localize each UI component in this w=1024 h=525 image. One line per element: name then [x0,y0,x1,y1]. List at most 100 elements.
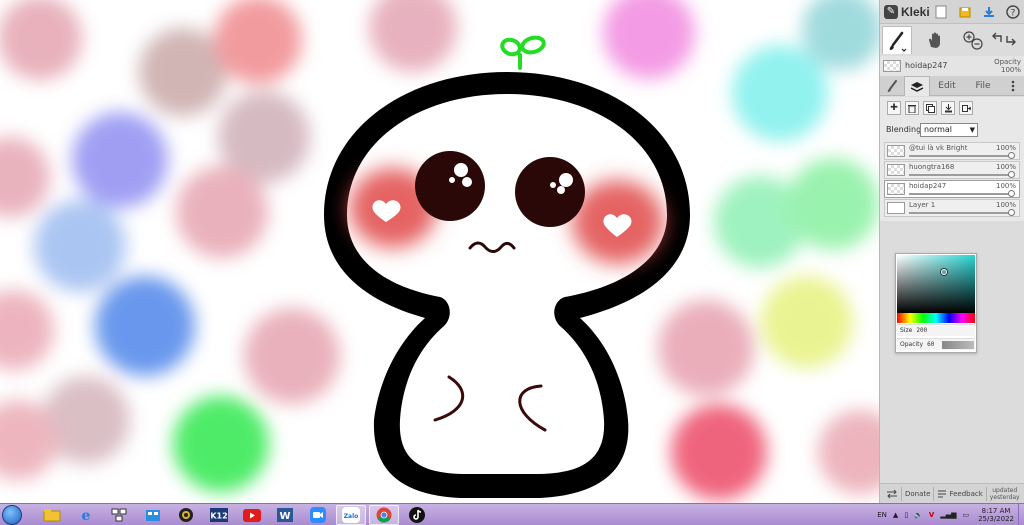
layer-thumbnail [887,183,905,195]
clock[interactable]: 8:17 AM 25/3/2022 [978,507,1014,523]
antivirus-icon[interactable]: V [929,511,934,519]
bokeh-circle [139,28,227,116]
opacity-slider[interactable] [942,341,974,349]
layer-item[interactable]: huongtra168 100% [884,161,1020,179]
svg-text:W: W [279,511,290,522]
brush-size-field[interactable]: Size 200 [897,324,975,336]
undo-redo-tool[interactable] [990,26,1020,54]
layer-item[interactable]: @tui là vk Bright 100% [884,142,1020,160]
slider-knob[interactable] [1008,152,1015,159]
layer-opacity: 100% [995,163,1016,171]
app-name: Kleki [901,5,930,19]
hand-tool[interactable] [920,26,950,54]
opacity-label: Opacity [994,58,1021,66]
tab-edit[interactable]: Edit [932,76,962,96]
save-icon[interactable] [956,3,974,21]
panel-header: ✎ Kleki ? [880,0,1024,24]
layer-opacity-slider[interactable] [909,193,1009,195]
blending-select[interactable]: normal ▼ [920,123,978,137]
bokeh-circle [244,308,340,404]
current-layer-preview[interactable]: hoidap247 Opacity 100% [880,56,1024,76]
drawing-canvas[interactable] [0,0,879,503]
size-label: Size [900,327,913,334]
help-icon[interactable]: ? [1004,3,1022,21]
youtube-icon[interactable] [237,505,267,525]
feedback-button[interactable]: Feedback [937,489,983,498]
bokeh-circle [34,200,126,292]
zalo-icon[interactable]: Zalo [336,505,366,525]
slider-knob[interactable] [1008,190,1015,197]
color-picker: Size 200 Opacity 60 [895,253,977,353]
right-eye-highlight [550,182,556,188]
bokeh-circle [818,410,879,494]
bokeh-circle [603,0,695,79]
start-button[interactable] [2,505,22,525]
tab-layers[interactable] [904,76,930,96]
bokeh-circle [173,396,269,492]
layer-name: @tui là vk Bright [909,144,968,152]
layer-opacity-slider[interactable] [909,174,1009,176]
bokeh-circle [369,0,457,72]
swap-icon[interactable] [886,489,898,499]
tray-chevron-icon[interactable]: ▲ [893,511,898,519]
download-icon[interactable] [980,3,998,21]
left-eye-highlight [454,163,468,177]
tab-file[interactable]: File [968,76,998,96]
bokeh-circle [0,137,50,217]
show-desktop-button[interactable] [1018,504,1024,525]
action-center-icon[interactable]: ▯ [904,511,908,519]
brush-small-icon [887,80,897,92]
chevron-down-icon: ▼ [969,126,975,134]
blending-row: Blending normal ▼ [880,121,1024,139]
k12-label: K12 [210,512,227,521]
bokeh-circle [787,158,879,250]
merge-layer-icon[interactable] [941,101,955,115]
sprout-leaf-right [520,35,546,55]
update-status[interactable]: updated yesterday [990,487,1020,501]
saturation-value-picker[interactable] [897,255,975,313]
network-app-icon[interactable] [104,505,134,525]
slider-knob[interactable] [1008,209,1015,216]
word-icon[interactable]: W [270,505,300,525]
tab-brush[interactable] [882,76,902,96]
windows-store-icon[interactable] [138,505,168,525]
kleki-logo: ✎ Kleki [884,4,930,20]
duplicate-layer-icon[interactable] [923,101,937,115]
internet-explorer-icon[interactable]: e [71,505,101,525]
file-explorer-icon[interactable] [37,505,67,525]
camera-app-icon[interactable] [171,505,201,525]
layer-name: Layer 1 [909,201,936,209]
left-eye-highlight [462,177,472,187]
layer-item[interactable]: hoidap247 100% [884,180,1020,198]
new-file-icon[interactable] [932,3,950,21]
right-eye-highlight [557,186,565,194]
zoom-tool[interactable] [958,26,988,54]
k12-icon[interactable]: K12 [204,505,234,525]
layer-opacity-slider[interactable] [909,155,1009,157]
volume-icon[interactable]: 🔈 [914,511,923,519]
bokeh-circle [0,290,54,370]
layer-item[interactable]: Layer 1 100% [884,199,1020,217]
tiktok-icon[interactable] [402,505,432,525]
zoom-meeting-icon[interactable] [303,505,333,525]
more-menu-icon[interactable] [1006,76,1020,96]
delete-layer-icon[interactable] [905,101,919,115]
hue-slider[interactable] [897,313,975,323]
brush-opacity-field[interactable]: Opacity 60 [897,338,975,350]
network-signal-icon[interactable]: ▂▄▆ [940,511,956,519]
donate-button[interactable]: Donate [905,490,930,498]
chrome-icon[interactable] [369,505,399,525]
battery-icon[interactable]: ▭ [962,511,969,519]
language-indicator[interactable]: EN [877,511,887,519]
slider-knob[interactable] [1008,171,1015,178]
color-picker-handle[interactable] [941,269,947,275]
brush-tool[interactable] [882,26,912,54]
opacity-value: 100% [1000,66,1021,74]
layer-thumbnail [887,145,905,157]
windows-taskbar: e K12 W Zalo EN ▲ ▯ 🔈 V ▂▄▆ ▭ 8:17 AM 25 [0,503,1024,525]
feedback-icon [938,490,947,498]
layer-opacity-slider[interactable] [909,212,1009,214]
clock-time: 8:17 AM [981,507,1011,515]
layer-settings-icon[interactable] [959,101,973,115]
add-layer-icon[interactable]: ✚ [887,101,901,115]
